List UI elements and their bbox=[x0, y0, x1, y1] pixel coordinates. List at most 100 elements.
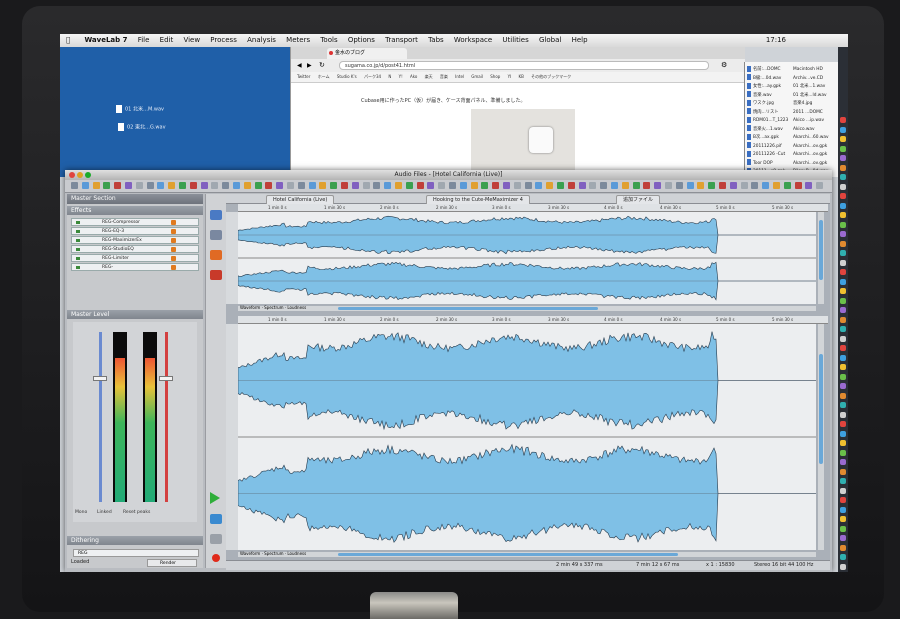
bookmark[interactable]: パーク34 bbox=[364, 74, 381, 79]
tab-loudness[interactable]: Loudness bbox=[287, 551, 306, 556]
dock-app-icon[interactable] bbox=[840, 240, 846, 247]
toolbar-button-icon[interactable] bbox=[81, 182, 89, 189]
toolbar-button-icon[interactable] bbox=[773, 182, 780, 189]
dock-app-icon[interactable] bbox=[840, 544, 846, 551]
toolbar-button-icon[interactable] bbox=[168, 182, 176, 189]
tab-waveform[interactable]: Waveform bbox=[240, 305, 260, 310]
toolbar-button-icon[interactable] bbox=[654, 182, 662, 189]
bookmark[interactable]: 楽天 bbox=[425, 74, 433, 79]
file-tab[interactable]: Hooking to the Cute-MeMaximizer 4 bbox=[426, 195, 530, 204]
dock-app-icon[interactable] bbox=[840, 392, 846, 399]
toolbar-button-icon[interactable] bbox=[816, 182, 824, 189]
toolbar-button-icon[interactable] bbox=[200, 182, 208, 189]
bookmark[interactable]: Y! bbox=[399, 74, 403, 79]
dock-app-icon[interactable] bbox=[840, 307, 846, 313]
dock-app-icon[interactable] bbox=[840, 231, 846, 237]
toolbar-button-icon[interactable] bbox=[157, 182, 165, 189]
bookmark[interactable]: Twitter bbox=[297, 74, 310, 79]
toolbar-button-icon[interactable] bbox=[384, 182, 392, 189]
toolbar-button-icon[interactable] bbox=[330, 182, 338, 189]
overview-scrollbar[interactable] bbox=[238, 306, 816, 311]
dock-app-icon[interactable] bbox=[840, 497, 846, 503]
minimize-icon[interactable] bbox=[77, 172, 83, 178]
bookmark[interactable]: N bbox=[388, 74, 391, 79]
toolbar-button-icon[interactable] bbox=[351, 182, 359, 189]
toolbar-button-icon[interactable] bbox=[783, 182, 791, 189]
toolbar-button-icon[interactable] bbox=[449, 182, 456, 189]
dock-app-icon[interactable] bbox=[840, 212, 846, 218]
left-fader-track[interactable] bbox=[99, 332, 102, 502]
audio-format[interactable]: Stereo 16 bit 44 100 Hz bbox=[754, 561, 813, 570]
toolbar-button-icon[interactable] bbox=[578, 182, 586, 189]
dock-app-icon[interactable] bbox=[840, 506, 846, 513]
reset-peaks-button[interactable]: Reset peaks bbox=[123, 510, 150, 515]
toolbar-button-icon[interactable] bbox=[589, 182, 597, 189]
dock-app-icon[interactable] bbox=[840, 174, 846, 180]
toolbar-button-icon[interactable] bbox=[297, 182, 305, 189]
toolbar-button-icon[interactable] bbox=[189, 182, 197, 189]
toolbar-button-icon[interactable] bbox=[135, 182, 143, 189]
menu-utilities[interactable]: Utilities bbox=[502, 34, 528, 47]
toolbar-button-icon[interactable] bbox=[686, 182, 694, 189]
dithering-slot[interactable]: REG bbox=[73, 549, 199, 557]
toolbar-button-icon[interactable] bbox=[319, 182, 327, 189]
dock-app-icon[interactable] bbox=[840, 411, 846, 418]
toolbar-button-icon[interactable] bbox=[92, 182, 100, 189]
effects-header[interactable]: Effects bbox=[67, 206, 203, 215]
right-fader-handle[interactable] bbox=[159, 376, 173, 382]
bookmark[interactable]: Gmail bbox=[471, 74, 483, 79]
toolbar-button-icon[interactable] bbox=[254, 182, 262, 189]
toolbar-button-icon[interactable] bbox=[179, 182, 186, 189]
toolbar-button-icon[interactable] bbox=[503, 182, 510, 189]
cursor-position[interactable]: 2 min 49 s 337 ms bbox=[556, 561, 603, 570]
selection-length[interactable]: 7 min 12 s 67 ms bbox=[636, 561, 679, 570]
dock-app-icon[interactable] bbox=[840, 288, 846, 294]
toolbar-button-icon[interactable] bbox=[233, 182, 240, 189]
dock-app-icon[interactable] bbox=[840, 383, 846, 389]
dock-app-icon[interactable] bbox=[840, 468, 846, 475]
toolbar-button-icon[interactable] bbox=[427, 182, 435, 189]
toolbar-button-icon[interactable] bbox=[265, 182, 273, 189]
dithering-header[interactable]: Dithering bbox=[67, 536, 203, 545]
dock-app-icon[interactable] bbox=[840, 145, 846, 152]
dock-app-icon[interactable] bbox=[840, 193, 846, 199]
toolbar-button-icon[interactable] bbox=[470, 182, 478, 189]
toolbar-button-icon[interactable] bbox=[287, 182, 294, 189]
dock-app-icon[interactable] bbox=[840, 250, 846, 256]
rss-icon[interactable] bbox=[210, 250, 222, 260]
toolbar-button-icon[interactable] bbox=[395, 182, 402, 189]
forward-icon[interactable]: ▶ bbox=[307, 62, 312, 69]
record-plugin-icon[interactable] bbox=[210, 270, 222, 280]
menu-view[interactable]: View bbox=[183, 34, 200, 47]
toolbar-button-icon[interactable] bbox=[600, 182, 608, 189]
bookmark[interactable]: Intel bbox=[455, 74, 464, 79]
dock-app-icon[interactable] bbox=[840, 126, 846, 133]
toolbar-button-icon[interactable] bbox=[103, 182, 111, 189]
tab-spectrum[interactable]: Spectrum bbox=[264, 305, 283, 310]
toolbar-button-icon[interactable] bbox=[729, 182, 737, 189]
menu-app-name[interactable]: WaveLab 7 bbox=[84, 34, 127, 47]
dock-app-icon[interactable] bbox=[840, 117, 846, 123]
reload-icon[interactable]: ↻ bbox=[319, 61, 325, 69]
dock-app-icon[interactable] bbox=[840, 373, 846, 380]
effect-slot[interactable]: REG-StudioEQ bbox=[71, 245, 199, 253]
toolbar-button-icon[interactable] bbox=[643, 182, 651, 189]
dock-app-icon[interactable] bbox=[840, 259, 846, 266]
toolbar-button-icon[interactable] bbox=[243, 182, 251, 189]
tab-loudness[interactable]: Loudness bbox=[287, 305, 306, 310]
close-icon[interactable] bbox=[69, 172, 75, 178]
menu-options[interactable]: Options bbox=[348, 34, 375, 47]
main-vertical-scroll[interactable] bbox=[818, 324, 824, 550]
bookmark[interactable]: ホーム bbox=[318, 74, 330, 79]
toolbar-button-icon[interactable] bbox=[621, 182, 629, 189]
toolbar-button-icon[interactable] bbox=[740, 182, 748, 189]
dock-app-icon[interactable] bbox=[840, 335, 846, 342]
toolbar-button-icon[interactable] bbox=[492, 182, 500, 189]
toolbar-button-icon[interactable] bbox=[751, 182, 759, 189]
apple-icon[interactable]:  bbox=[66, 34, 70, 47]
main-ruler[interactable]: 1 min 0 s 1 min 30 s 2 min 0 s 2 min 30 s 3 … bbox=[238, 316, 828, 324]
dock-app-icon[interactable] bbox=[840, 316, 846, 323]
toolbar-button-icon[interactable] bbox=[611, 182, 618, 189]
dock-app-icon[interactable] bbox=[840, 525, 846, 532]
dock-app-icon[interactable] bbox=[840, 487, 846, 494]
